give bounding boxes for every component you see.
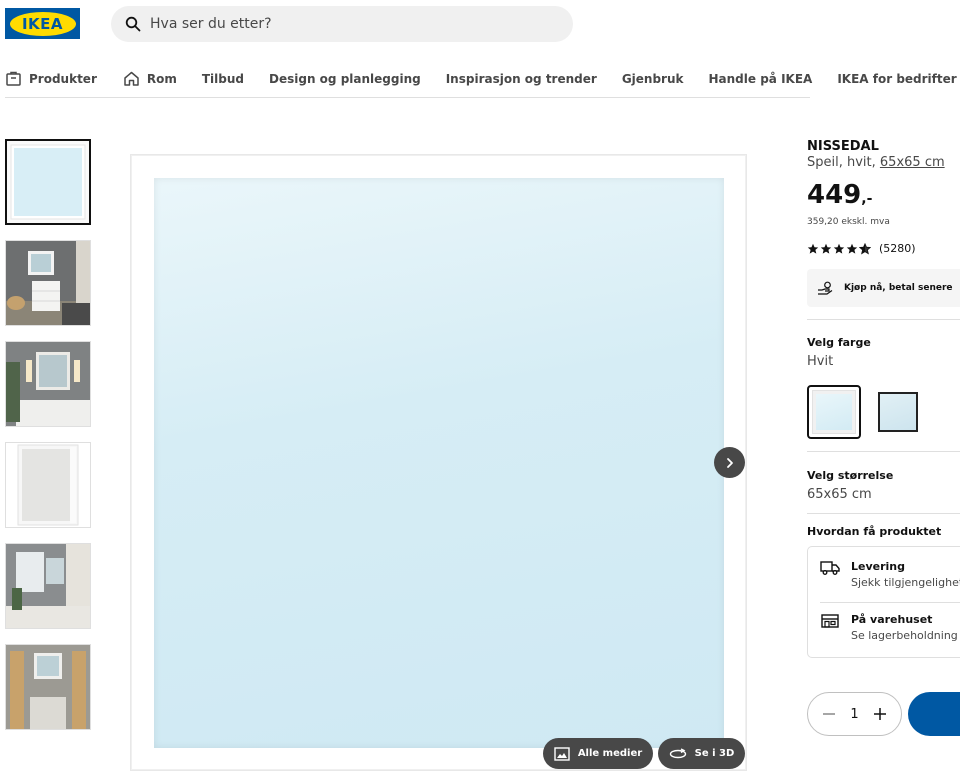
search-bar[interactable] (111, 6, 573, 42)
thumbnail-shelves[interactable] (5, 644, 91, 730)
search-input[interactable] (150, 16, 530, 32)
hand-coin-icon (817, 281, 834, 296)
nav-item-design[interactable]: Design og planlegging (269, 61, 421, 97)
nav-label: Produkter (29, 71, 97, 86)
price-ex-vat: 359,20 ekskl. mva (807, 217, 890, 227)
thumbnail-mirror-front[interactable] (5, 139, 91, 225)
nav-item-produkter[interactable]: Produkter (5, 61, 97, 97)
swatch-white-image (813, 391, 855, 433)
price-suffix: ,- (861, 191, 873, 207)
nav-label: Rom (146, 71, 177, 86)
color-value: Hvit (807, 354, 834, 369)
logo-oval: IKEA (9, 11, 76, 36)
ikea-logo[interactable]: IKEA (5, 8, 80, 39)
nav-item-handle[interactable]: Handle på IKEA (709, 61, 813, 97)
size-title: Velg størrelse (807, 469, 894, 482)
products-icon (5, 70, 22, 87)
size-section[interactable]: Velg størrelse 65x65 cm (807, 469, 960, 502)
buy-now-label: Kjøp nå, betal senere (844, 283, 953, 293)
next-image-button[interactable] (714, 447, 745, 478)
store-icon (820, 613, 840, 633)
color-title: Velg farge (807, 336, 871, 349)
gallery-icon (554, 746, 570, 761)
delivery-title: Hvordan få produktet (807, 525, 942, 538)
star-icon (833, 243, 845, 255)
main-product-image[interactable] (130, 154, 747, 771)
rotate-3d-icon (669, 747, 687, 761)
delivery-option-title: På varehuset (851, 613, 933, 626)
thumbnail-bedroom[interactable] (5, 240, 91, 326)
nav-label: Gjenbruk (621, 71, 684, 86)
delivery-option-levering[interactable]: Levering Sjekk tilgjengelighet (820, 560, 960, 589)
quantity-value[interactable]: 1 (850, 707, 858, 722)
home-icon (123, 70, 140, 87)
delivery-option-store[interactable]: På varehuset Se lagerbeholdning på (820, 613, 960, 642)
star-icon (820, 243, 832, 255)
star-icon (807, 243, 819, 255)
nav-label: Tilbud (201, 71, 245, 86)
delivery-option-sub: Sjekk tilgjengelighet (851, 576, 960, 589)
nav-item-tilbud[interactable]: Tilbud (202, 61, 244, 97)
divider (807, 451, 960, 452)
mirror-glass (154, 178, 724, 748)
half-star-icon (859, 242, 871, 255)
mirror-frame (130, 154, 747, 771)
divider (820, 602, 960, 603)
thumbnail-mirror-side[interactable] (5, 442, 91, 528)
all-media-label: Alle medier (577, 748, 643, 759)
product-price: 449,- (807, 179, 960, 215)
nav-item-inspirasjon[interactable]: Inspirasjon og trender (446, 61, 597, 97)
swatch-black-image (878, 392, 918, 432)
view-3d-button[interactable]: Se i 3D (658, 738, 745, 769)
thumbnail-bathroom[interactable] (5, 341, 91, 427)
thumbnail-list (5, 139, 92, 745)
delivery-options: Levering Sjekk tilgjengelighet På varehu… (807, 546, 960, 658)
swatch-black[interactable] (871, 385, 925, 439)
product-description: Speil, hvit, 65x65 cm (807, 155, 960, 170)
chevron-right-icon (724, 457, 736, 469)
product-name: NISSEDAL (807, 139, 879, 154)
all-media-button[interactable]: Alle medier (543, 738, 653, 769)
product-info: NISSEDAL Speil, hvit, 65x65 cm 449,- 359… (807, 139, 960, 658)
increase-quantity-button[interactable] (872, 706, 888, 722)
add-to-cart-button[interactable] (908, 692, 960, 736)
view-3d-label: Se i 3D (694, 748, 735, 759)
decrease-quantity-button[interactable] (821, 706, 837, 722)
nav-item-rom[interactable]: Rom (123, 61, 177, 97)
nav-label: Inspirasjon og trender (445, 71, 597, 86)
search-icon (125, 16, 141, 32)
product-type: Speil, hvit, (807, 155, 880, 170)
size-value: 65x65 cm (807, 487, 872, 502)
nav-label: IKEA for bedrifter (837, 71, 957, 86)
color-swatches (807, 385, 960, 439)
color-section: Velg farge Hvit (807, 336, 960, 439)
delivery-section: Hvordan få produktet Levering Sjekk tilg… (807, 525, 960, 658)
nav-item-gjenbruk[interactable]: Gjenbruk (622, 61, 684, 97)
size-link[interactable]: 65x65 cm (880, 155, 945, 170)
divider (807, 513, 960, 514)
review-count: (5280) (879, 242, 916, 255)
main-nav: Produkter Rom Tilbud Design og planleggi… (5, 60, 957, 98)
quantity-stepper: 1 (807, 692, 902, 736)
divider (807, 319, 960, 320)
logo-text: IKEA (21, 14, 64, 33)
delivery-option-title: Levering (851, 560, 906, 573)
swatch-white[interactable] (807, 385, 861, 439)
truck-icon (820, 560, 840, 580)
price-value: 449 (807, 180, 862, 210)
rating[interactable]: (5280) (807, 242, 960, 255)
nav-label: Design og planlegging (269, 71, 421, 86)
thumbnail-room-window[interactable] (5, 543, 91, 629)
buy-now-pay-later-button[interactable]: Kjøp nå, betal senere (807, 269, 960, 307)
nav-item-bedrifter[interactable]: IKEA for bedrifter (837, 61, 956, 97)
star-icon (846, 243, 858, 255)
nav-label: Handle på IKEA (708, 71, 813, 86)
rating-stars (807, 242, 871, 255)
delivery-option-sub: Se lagerbeholdning på (851, 629, 960, 642)
